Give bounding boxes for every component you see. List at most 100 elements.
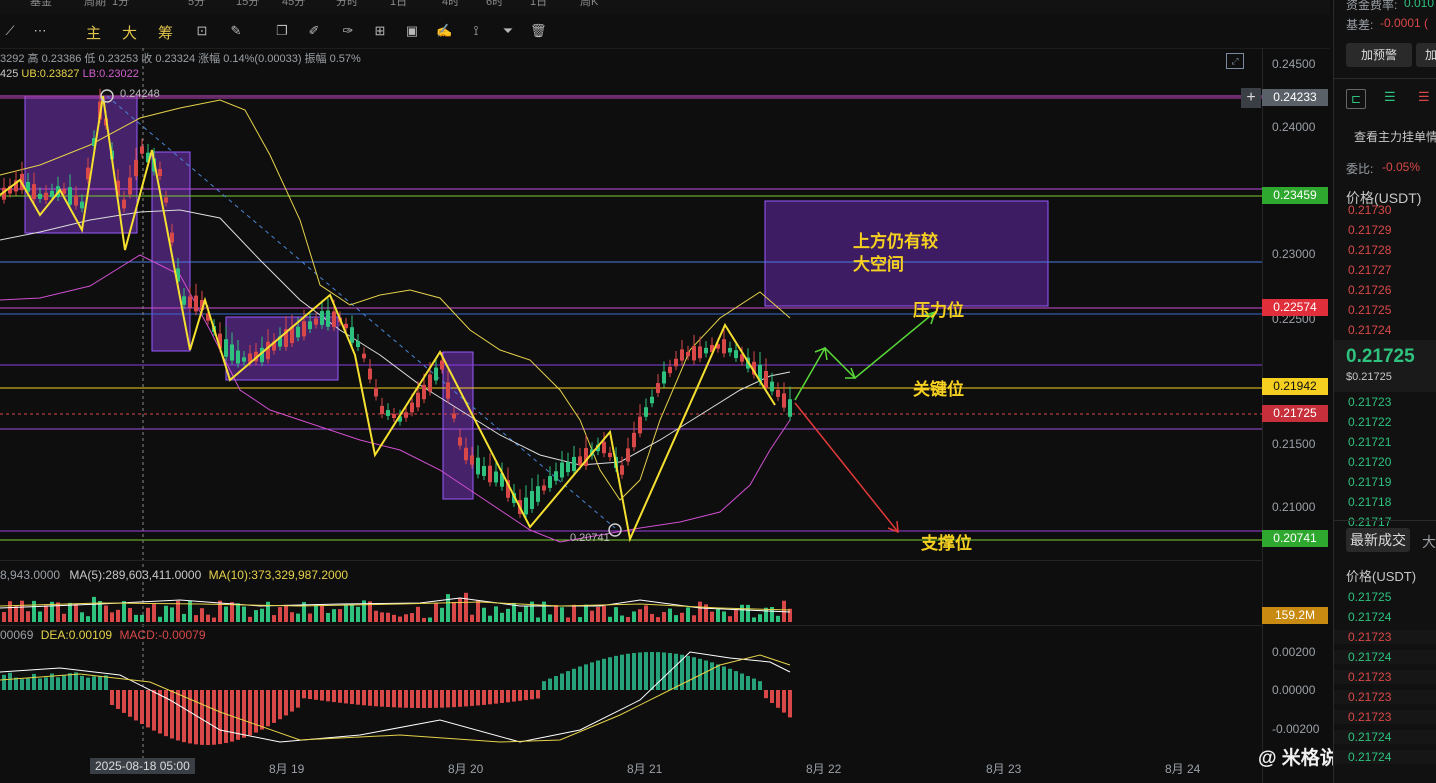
candle-body bbox=[422, 384, 426, 400]
volume-bar bbox=[476, 600, 480, 622]
ask-price[interactable]: 0.21726 bbox=[1348, 283, 1391, 297]
candle-body bbox=[476, 457, 480, 475]
note-icon[interactable]: ✍ bbox=[436, 23, 452, 39]
macd-bar bbox=[356, 690, 360, 705]
last-price-usd: $0.21725 bbox=[1346, 371, 1392, 383]
bid-price[interactable]: 0.21720 bbox=[1348, 455, 1391, 469]
volume-bar bbox=[296, 613, 300, 622]
bid-price[interactable]: 0.21717 bbox=[1348, 515, 1391, 529]
timeframe-item[interactable]: 周K bbox=[580, 0, 598, 9]
candle-body bbox=[350, 327, 354, 343]
copy-icon[interactable]: ❐ bbox=[274, 23, 290, 39]
volume-bar bbox=[254, 610, 258, 622]
ask-price[interactable]: 0.21727 bbox=[1348, 263, 1391, 277]
bid-price[interactable]: 0.21719 bbox=[1348, 475, 1391, 489]
macd-bar bbox=[608, 657, 612, 690]
timeframe-item[interactable]: 6时 bbox=[486, 0, 503, 9]
ask-price[interactable]: 0.21729 bbox=[1348, 223, 1391, 237]
book-both-icon[interactable]: ⊏ bbox=[1346, 89, 1366, 109]
volume-bar bbox=[506, 608, 510, 622]
macd-tick: 0.00000 bbox=[1272, 683, 1316, 697]
macd-bar bbox=[386, 690, 390, 708]
latest-trades-tab[interactable]: 最新成交 bbox=[1346, 528, 1410, 552]
macd-bar bbox=[116, 690, 120, 709]
add-button[interactable]: 加 bbox=[1416, 43, 1436, 67]
volume-bar bbox=[638, 609, 642, 622]
macd-bar bbox=[98, 676, 102, 690]
volume-bar bbox=[404, 614, 408, 622]
timeframe-item[interactable]: 4时 bbox=[442, 0, 459, 9]
filter-icon[interactable]: ⏷ bbox=[500, 23, 516, 39]
volume-bar bbox=[32, 600, 36, 622]
timeframe-item[interactable]: 1日 bbox=[530, 0, 547, 9]
volume-bar bbox=[500, 612, 504, 622]
volume-bar bbox=[272, 615, 276, 622]
screenshot-icon[interactable]: ⊡ bbox=[194, 23, 210, 39]
big-order-button[interactable]: 大 bbox=[122, 22, 137, 43]
volume-bar bbox=[662, 612, 666, 622]
macd-bar bbox=[20, 679, 24, 690]
book-bids-icon[interactable]: ☰ bbox=[1384, 89, 1396, 105]
timeframe-item[interactable]: 1日 bbox=[390, 0, 407, 9]
drawing-toolbar: ⟋ ⋯ 主 大 筹 ⊡ ✎ ❐ ✐ ✑ ⊞ ▣ ✍ ⟟ ⏷ 🗑 bbox=[0, 14, 1330, 49]
pen-icon[interactable]: ✐ bbox=[306, 23, 322, 39]
candle-body bbox=[530, 491, 534, 509]
ask-price[interactable]: 0.21730 bbox=[1348, 203, 1391, 217]
bid-price[interactable]: 0.21718 bbox=[1348, 495, 1391, 509]
time-label: 8月 23 bbox=[986, 762, 1022, 776]
volume-bar bbox=[566, 617, 570, 622]
macd-bar bbox=[272, 690, 276, 723]
upside-annotation: 上方仍有较 大空间 bbox=[853, 230, 938, 276]
book-asks-icon[interactable]: ☰ bbox=[1418, 89, 1430, 105]
measure-icon[interactable]: ⊞ bbox=[372, 23, 388, 39]
upper-line-price-tag: 0.23459 bbox=[1262, 187, 1328, 204]
add-alert-button[interactable]: 加预警 bbox=[1346, 43, 1412, 67]
price-chart[interactable] bbox=[0, 48, 1262, 783]
price-tick: 0.21500 bbox=[1272, 437, 1316, 451]
timeframe-item[interactable]: 5分 bbox=[188, 0, 205, 9]
basis-label: 基差: bbox=[1346, 18, 1374, 32]
add-line-icon[interactable]: + bbox=[1241, 88, 1261, 108]
bid-price[interactable]: 0.21723 bbox=[1348, 395, 1391, 409]
macd-bar bbox=[554, 676, 558, 690]
macd-bar bbox=[590, 662, 594, 690]
line-tool-icon[interactable]: ⟋ bbox=[2, 23, 18, 39]
more-icon[interactable]: ⋯ bbox=[32, 23, 48, 39]
bid-price[interactable]: 0.21721 bbox=[1348, 435, 1391, 449]
big-trades-tab[interactable]: 大 bbox=[1422, 532, 1436, 552]
boll-lower bbox=[0, 254, 791, 543]
macd-tick: 0.00200 bbox=[1272, 645, 1316, 659]
key-level-price-tag: 0.21942 bbox=[1262, 378, 1328, 395]
main-orders-link[interactable]: 查看主力挂单情 bbox=[1354, 128, 1436, 145]
settings-tool-icon[interactable]: ✎ bbox=[228, 23, 244, 39]
macd-bar bbox=[614, 655, 618, 690]
volume-bar bbox=[692, 615, 696, 622]
timeframe-item[interactable]: 周期 bbox=[84, 0, 106, 9]
bid-price[interactable]: 0.21722 bbox=[1348, 415, 1391, 429]
ask-price[interactable]: 0.21724 bbox=[1348, 323, 1391, 337]
macd-info: 00069 DEA:0.00109 MACD:-0.00079 bbox=[0, 628, 206, 642]
candle-body bbox=[230, 344, 234, 361]
timeframe-item[interactable]: 基金 bbox=[30, 0, 52, 9]
macd-bar bbox=[506, 690, 510, 703]
volume-prefix: 8,943.0000 bbox=[0, 568, 61, 582]
timeframe-item[interactable]: 分时 bbox=[336, 0, 358, 9]
timeframe-item[interactable]: 45分 bbox=[282, 0, 305, 9]
chip-button[interactable]: 筹 bbox=[158, 22, 173, 43]
timeframe-item[interactable]: 15分 bbox=[236, 0, 259, 9]
trash-icon[interactable]: 🗑 bbox=[530, 23, 547, 39]
volume-bar bbox=[92, 596, 96, 622]
main-indicator-button[interactable]: 主 bbox=[86, 22, 101, 43]
ask-price[interactable]: 0.21728 bbox=[1348, 243, 1391, 257]
ask-price[interactable]: 0.21725 bbox=[1348, 303, 1391, 317]
fullscreen-icon[interactable]: ⤢ bbox=[1226, 53, 1244, 69]
magnet-icon[interactable]: ⟟ bbox=[468, 23, 484, 39]
low-point-label: 0.20741 bbox=[570, 532, 610, 544]
zone-box bbox=[225, 316, 339, 381]
brush-icon[interactable]: ✑ bbox=[340, 23, 356, 39]
candle-body bbox=[560, 462, 564, 478]
lock-icon[interactable]: ▣ bbox=[404, 23, 420, 39]
volume-bar bbox=[446, 594, 450, 622]
timeframe-item[interactable]: 1分 bbox=[112, 0, 129, 9]
funding-value: 0.010 bbox=[1404, 0, 1435, 10]
